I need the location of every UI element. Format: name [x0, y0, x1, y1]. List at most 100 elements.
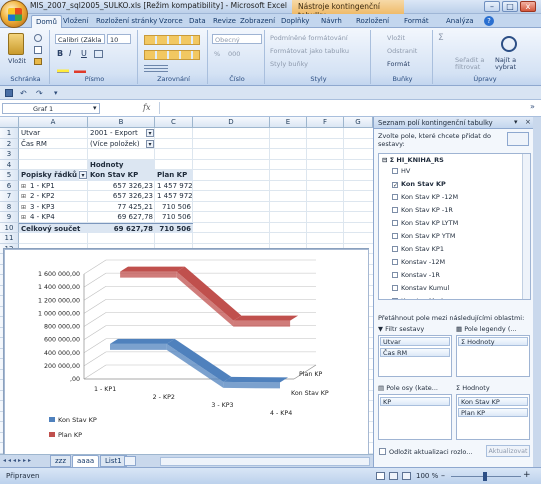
filter-dropdown-icon[interactable]: ▾ [146, 139, 154, 148]
field-item[interactable]: ✓ Kon Stav KP [392, 180, 446, 189]
pivot-chart[interactable]: 1 600 000,00 1 400 000,00 1 200 000,00 1 00… [3, 248, 369, 454]
col-header-f[interactable]: F [307, 117, 344, 128]
field-item[interactable]: Kon Stav KP -12M [392, 193, 458, 201]
font-color-icon[interactable] [74, 64, 86, 73]
col-header-g[interactable]: G [344, 117, 373, 128]
filter-chip-utvar[interactable]: Utvar [380, 337, 450, 346]
find-icon[interactable] [501, 36, 517, 52]
field-item[interactable]: Konstav -1R [392, 271, 440, 279]
row-header[interactable]: 8 [0, 201, 19, 212]
tab-page-layout[interactable]: Rozložení stránky [92, 15, 161, 28]
cell-a10[interactable]: Celkový součet [19, 222, 88, 233]
find-select-button[interactable]: Najít a vybrat [495, 57, 531, 71]
sheet-nav-icons[interactable]: ◂◂◂▸▸▸ [3, 457, 33, 464]
cell-a9[interactable]: 4 - KP4 [19, 212, 88, 223]
zoom-slider-thumb[interactable] [483, 472, 487, 481]
cell-a7[interactable]: 2 - KP2 [19, 191, 88, 202]
values-chip-kon-stav-kp[interactable]: Kon Stav KP [458, 397, 528, 406]
layout-options-icon[interactable] [507, 132, 529, 146]
borders-icon[interactable] [94, 50, 103, 58]
name-box-dropdown-icon[interactable]: ▾ [93, 104, 97, 112]
field-checkbox[interactable] [392, 207, 398, 213]
field-checkbox[interactable] [392, 233, 398, 239]
close-button[interactable]: x [520, 1, 536, 12]
percent-button[interactable]: % [214, 50, 220, 58]
update-button[interactable]: Aktualizovat [486, 445, 530, 457]
cell-a8[interactable]: 3 - KP3 [19, 202, 88, 213]
copy-icon[interactable] [34, 46, 42, 54]
field-checkbox[interactable] [392, 298, 398, 299]
indent-icon[interactable] [144, 65, 168, 73]
field-checkbox[interactable] [392, 272, 398, 278]
cell-b4[interactable]: Hodnoty [88, 159, 155, 170]
row-header[interactable]: 6 [0, 180, 19, 191]
undo-icon[interactable]: ↶ [20, 89, 27, 98]
italic-button[interactable]: I [69, 49, 71, 58]
tab-design[interactable]: Návrh [317, 15, 346, 28]
fx-icon[interactable]: fx [143, 103, 150, 112]
expand-icon[interactable]: ⊞ [21, 214, 26, 221]
expand-icon[interactable]: ⊞ [21, 204, 26, 211]
minimize-button[interactable]: – [484, 1, 500, 12]
tab-insert[interactable]: Vložení [59, 15, 92, 28]
field-checkbox[interactable] [392, 246, 398, 252]
cell-a1[interactable]: Utvar [19, 128, 88, 139]
row-header[interactable]: 10 [0, 222, 19, 233]
col-header-a[interactable]: A [19, 117, 88, 128]
row-header[interactable]: 3 [0, 149, 19, 160]
col-header-b[interactable]: B [88, 117, 155, 128]
field-list-box[interactable]: ⊟ Σ HI_KNIHA_RS HV ✓ Kon Stav KP Kon Stav K… [378, 153, 531, 300]
field-item[interactable]: Kon Stav KP1 [392, 245, 444, 253]
field-item[interactable]: Kon Stav KP LYTM [392, 219, 458, 227]
pane-close-icon[interactable]: × [525, 118, 531, 126]
paste-button[interactable]: Vložit [8, 57, 26, 65]
row-header[interactable]: 7 [0, 191, 19, 202]
cell-styles-button[interactable]: Styly buňky [270, 60, 308, 68]
cell-a2[interactable]: Čas RM [19, 139, 88, 150]
filter-dropdown-icon[interactable]: ▾ [146, 129, 154, 137]
cell-b8[interactable]: 77 425,21 [88, 202, 155, 213]
defer-update-checkbox[interactable] [379, 448, 386, 455]
row-header[interactable]: 11 [0, 233, 19, 244]
cell-b1[interactable]: 2001 - Export [88, 128, 146, 139]
field-checkbox[interactable] [392, 259, 398, 265]
row-header[interactable]: 1 [0, 128, 19, 139]
row-header[interactable]: 2 [0, 138, 19, 149]
cell-b7[interactable]: 657 326,23 [88, 191, 155, 202]
sheet-tab-zzz[interactable]: zzz [50, 455, 72, 467]
col-header-d[interactable]: D [193, 117, 270, 128]
col-header-e[interactable]: E [270, 117, 307, 128]
cell-b10[interactable]: 69 627,78 [88, 222, 155, 233]
field-checkbox[interactable] [392, 220, 398, 226]
cell-a5[interactable]: Popisky řádků [19, 170, 79, 181]
insert-sheet-icon[interactable] [124, 456, 136, 466]
number-format-combo[interactable]: Obecný [212, 34, 262, 44]
cell-b5[interactable]: Kon Stav KP [88, 170, 155, 181]
expand-formula-icon[interactable]: » [530, 102, 535, 111]
cell-c8[interactable]: 710 506 [155, 202, 193, 213]
tab-layout[interactable]: Rozložení [352, 15, 393, 28]
sheet-tab-aaaa[interactable]: aaaa [72, 455, 100, 467]
field-checkbox[interactable] [392, 194, 398, 200]
field-item[interactable]: Konstav -12M [392, 258, 445, 266]
normal-view-icon[interactable] [376, 472, 385, 480]
cell-c10[interactable]: 710 506 [155, 222, 193, 233]
sort-filter-button[interactable]: Seřadit a filtrovat [455, 57, 489, 71]
redo-icon[interactable]: ↷ [36, 89, 43, 98]
tab-formulas[interactable]: Vzorce [155, 15, 187, 28]
row-header[interactable]: 4 [0, 159, 19, 170]
formula-input[interactable] [159, 102, 529, 114]
legend-chip-values[interactable]: Σ Hodnoty [458, 337, 528, 346]
expand-icon[interactable]: ⊞ [21, 183, 26, 190]
tab-addins[interactable]: Doplňky [277, 15, 313, 28]
font-name-combo[interactable]: Calibri (Zákla [55, 34, 105, 44]
field-item[interactable]: Kon Stav KP YTM [392, 232, 455, 240]
zoom-out-button[interactable]: – [441, 471, 445, 480]
expand-icon[interactable]: ⊞ [21, 193, 26, 200]
vertical-align-icons[interactable] [144, 35, 200, 45]
cut-icon[interactable] [34, 34, 42, 42]
zoom-level[interactable]: 100 % [416, 472, 438, 480]
fill-color-icon[interactable] [57, 64, 69, 73]
horizontal-align-icons[interactable] [144, 50, 200, 60]
field-checkbox[interactable] [392, 285, 398, 291]
